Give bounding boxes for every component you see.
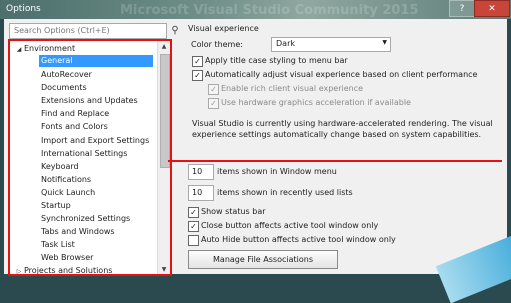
section-heading: Visual experience (188, 24, 259, 33)
info-text-line1: Visual Studio is currently using hardwar… (192, 119, 493, 128)
close-button[interactable]: ✕ (474, 0, 510, 17)
close-icon: ✕ (488, 3, 496, 14)
color-theme-value: Dark (276, 39, 295, 48)
recent-lists-count-value: 10 (192, 188, 203, 197)
options-panel: Visual experience Color theme: Dark ▼ ✓ … (188, 19, 507, 274)
annotation-box (8, 39, 172, 276)
rich-visual-label: Enable rich client visual experience (221, 84, 364, 93)
window-menu-count-label: items shown in Window menu (217, 167, 337, 176)
title-bar: Microsoft Visual Studio Community 2015 O… (0, 0, 511, 19)
title-case-label: Apply title case styling to menu bar (205, 56, 348, 65)
recent-lists-count-label: items shown in recently used lists (217, 188, 353, 197)
search-input[interactable]: Search Options (Ctrl+E) ⚲ (9, 23, 179, 39)
auto-hide-label: Auto Hide button affects active tool win… (201, 235, 396, 244)
info-text-line2: experience settings automatically change… (192, 130, 482, 139)
window-menu-count-value: 10 (192, 167, 203, 176)
manage-file-associations-button[interactable]: Manage File Associations (188, 250, 338, 269)
status-bar-label: Show status bar (201, 207, 266, 216)
color-theme-dropdown[interactable]: Dark ▼ (271, 37, 391, 52)
annotation-line (168, 160, 502, 162)
recent-lists-count-input[interactable]: 10 (188, 185, 214, 201)
status-bar-checkbox[interactable]: ✓ (188, 207, 199, 218)
chevron-down-icon: ▼ (382, 39, 387, 46)
help-button[interactable]: ? (449, 0, 475, 17)
title-watermark: Microsoft Visual Studio Community 2015 (120, 3, 419, 18)
close-button-option-label: Close button affects active tool window … (201, 221, 379, 230)
color-theme-label: Color theme: (191, 40, 243, 49)
auto-adjust-label: Automatically adjust visual experience b… (205, 70, 478, 79)
help-icon: ? (459, 3, 465, 14)
hw-accel-label: Use hardware graphics acceleration if av… (221, 98, 411, 107)
title-case-checkbox[interactable]: ✓ (192, 56, 203, 67)
window-title: Options (6, 4, 41, 14)
close-button-checkbox[interactable]: ✓ (188, 221, 199, 232)
search-icon[interactable]: ⚲ (168, 24, 182, 38)
hw-accel-checkbox: ✓ (208, 98, 219, 109)
window-menu-count-input[interactable]: 10 (188, 164, 214, 180)
search-placeholder: Search Options (Ctrl+E) (14, 26, 110, 35)
auto-hide-checkbox[interactable] (188, 235, 199, 246)
auto-adjust-checkbox[interactable]: ✓ (192, 70, 203, 81)
rich-visual-checkbox: ✓ (208, 84, 219, 95)
